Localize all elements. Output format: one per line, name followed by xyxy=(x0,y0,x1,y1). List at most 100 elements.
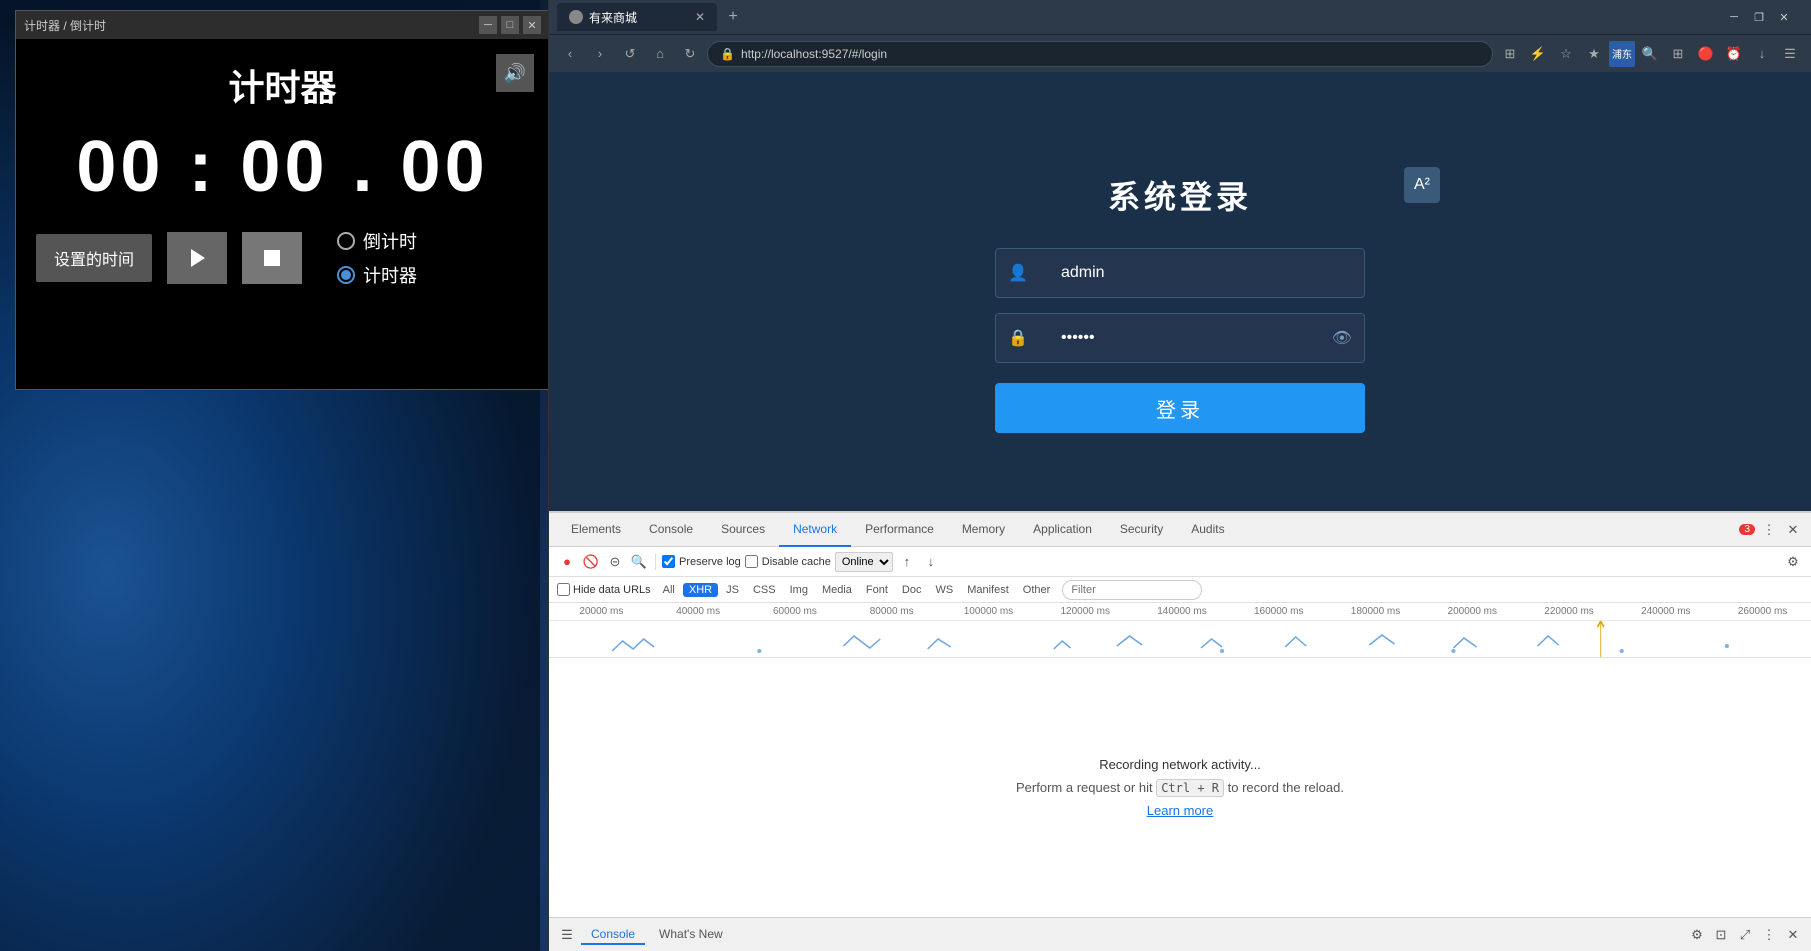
notification-button[interactable]: 🔴 xyxy=(1693,41,1719,67)
separator-1 xyxy=(655,554,656,570)
browser-minimize-button[interactable]: ─ xyxy=(1723,6,1745,28)
ext2-button[interactable]: 浦东 xyxy=(1609,41,1635,67)
star-filled-button[interactable]: ★ xyxy=(1581,41,1607,67)
stop-button[interactable] xyxy=(242,232,302,284)
browser-tab-active[interactable]: 有来商城 ✕ xyxy=(557,3,717,31)
filter-media[interactable]: Media xyxy=(816,583,858,597)
tl-260000: 260000 ms xyxy=(1714,606,1811,617)
translate-button[interactable]: A² xyxy=(1404,167,1440,203)
grid-button[interactable]: ⊞ xyxy=(1665,41,1691,67)
search-btn[interactable]: 🔍 xyxy=(1637,41,1663,67)
throttle-select[interactable]: Online xyxy=(835,552,893,572)
devtools-close2-button[interactable]: ✕ xyxy=(1783,925,1803,945)
filter-type-tabs: All XHR JS CSS Img Media Font Doc WS Man… xyxy=(657,583,1057,597)
login-button[interactable]: 登录 xyxy=(995,383,1365,433)
devtools-controls: 3 ⋮ ✕ xyxy=(1737,520,1803,540)
devtools-undock-button[interactable]: ⤢ xyxy=(1735,925,1755,945)
browser-window-controls: ─ ❐ ✕ xyxy=(1723,6,1795,28)
filter-font[interactable]: Font xyxy=(860,583,894,597)
filter-xhr[interactable]: XHR xyxy=(683,583,718,597)
devtools-tab-sources[interactable]: Sources xyxy=(707,513,779,547)
filter-ws[interactable]: WS xyxy=(929,583,959,597)
nav-home-button[interactable]: ⌂ xyxy=(647,41,673,67)
devtools-bottom-menu[interactable]: ☰ xyxy=(557,925,577,945)
hide-data-urls-checkbox[interactable]: Hide data URLs xyxy=(557,583,651,596)
play-button[interactable] xyxy=(167,232,227,284)
bookmark-button[interactable]: ⚡ xyxy=(1525,41,1551,67)
filter-other[interactable]: Other xyxy=(1017,583,1057,597)
tab-close-button[interactable]: ✕ xyxy=(695,10,705,24)
upload-button[interactable]: ↑ xyxy=(897,552,917,572)
devtools-tab-memory[interactable]: Memory xyxy=(948,513,1019,547)
set-time-button[interactable]: 设置的时间 xyxy=(36,234,152,282)
browser-navbar: ‹ › ↺ ⌂ ↻ 🔒 http://localhost:9527/#/logi… xyxy=(549,34,1811,72)
browser-page: 系统登录 A² 👤 admin 🔒 •••••• 👁 登录 xyxy=(549,72,1811,511)
devtools-settings-button[interactable]: ⚙ xyxy=(1687,925,1707,945)
password-input[interactable]: 🔒 •••••• 👁 xyxy=(995,313,1365,363)
timer-radio-item[interactable]: 计时器 xyxy=(337,262,417,288)
timer-content: 🔊 计时器 00 : 00 . 00 设置的时间 xyxy=(16,39,549,389)
tl-220000: 220000 ms xyxy=(1521,606,1618,617)
perform-request-text: Perform a request or hit Ctrl + R to rec… xyxy=(1016,780,1344,795)
disable-cache-checkbox[interactable]: Disable cache xyxy=(745,555,831,568)
search-network-button[interactable]: 🔍 xyxy=(629,552,649,572)
address-bar[interactable]: 🔒 http://localhost:9527/#/login xyxy=(707,41,1493,67)
devtools-tab-security[interactable]: Security xyxy=(1106,513,1177,547)
devtools-tab-application[interactable]: Application xyxy=(1019,513,1106,547)
countdown-radio-item[interactable]: 倒计时 xyxy=(337,228,417,254)
preserve-log-checkbox[interactable]: Preserve log xyxy=(662,555,741,568)
download-button[interactable]: ↓ xyxy=(921,552,941,572)
play-icon xyxy=(186,247,208,269)
eye-icon[interactable]: 👁 xyxy=(1332,328,1352,348)
nav-back-button[interactable]: ‹ xyxy=(557,41,583,67)
menu-button[interactable]: ☰ xyxy=(1777,41,1803,67)
nav-forward-button[interactable]: › xyxy=(587,41,613,67)
bottom-tab-whatsnew[interactable]: What's New xyxy=(649,925,733,945)
keyboard-shortcut: Ctrl + R xyxy=(1156,779,1224,797)
browser-close-button[interactable]: ✕ xyxy=(1773,6,1795,28)
filter-manifest[interactable]: Manifest xyxy=(961,583,1015,597)
filter-input[interactable] xyxy=(1062,580,1202,600)
close-button[interactable]: ✕ xyxy=(523,16,541,34)
devtools-close-button[interactable]: ✕ xyxy=(1783,520,1803,540)
filter-img[interactable]: Img xyxy=(784,583,814,597)
tl-100000: 100000 ms xyxy=(940,606,1037,617)
tl-160000: 160000 ms xyxy=(1230,606,1327,617)
bottom-tab-console[interactable]: Console xyxy=(581,925,645,945)
browser-restore-button[interactable]: ❐ xyxy=(1748,6,1770,28)
filter-all[interactable]: All xyxy=(657,583,681,597)
devtools-tab-elements[interactable]: Elements xyxy=(557,513,635,547)
filter-button[interactable]: ⊝ xyxy=(605,552,625,572)
star-button[interactable]: ☆ xyxy=(1553,41,1579,67)
clock-button[interactable]: ⏰ xyxy=(1721,41,1747,67)
devtools-tab-console[interactable]: Console xyxy=(635,513,707,547)
devtools-tab-audits[interactable]: Audits xyxy=(1177,513,1238,547)
nav-refresh-button[interactable]: ↺ xyxy=(617,41,643,67)
password-value: •••••• xyxy=(1036,329,1095,347)
volume-button[interactable]: 🔊 xyxy=(496,54,534,92)
tl-80000: 80000 ms xyxy=(843,606,940,617)
countdown-radio-circle xyxy=(337,232,355,250)
minimize-button[interactable]: ─ xyxy=(479,16,497,34)
nav-reload-button[interactable]: ↻ xyxy=(677,41,703,67)
record-button[interactable]: ● xyxy=(557,552,577,572)
new-tab-button[interactable]: + xyxy=(719,3,747,31)
extensions-button[interactable]: ⊞ xyxy=(1497,41,1523,67)
filter-js[interactable]: JS xyxy=(720,583,745,597)
devtools-more2-button[interactable]: ⋮ xyxy=(1759,925,1779,945)
devtools-right-icons: ⚙ ⊡ ⤢ ⋮ ✕ xyxy=(1687,925,1803,945)
clear-button[interactable]: 🚫 xyxy=(581,552,601,572)
login-title: 系统登录 xyxy=(1108,172,1252,218)
filter-css[interactable]: CSS xyxy=(747,583,782,597)
maximize-button[interactable]: □ xyxy=(501,16,519,34)
settings-network-button[interactable]: ⚙ xyxy=(1783,552,1803,572)
devtools-more-button[interactable]: ⋮ xyxy=(1759,520,1779,540)
filter-doc[interactable]: Doc xyxy=(896,583,928,597)
devtools-tab-performance[interactable]: Performance xyxy=(851,513,948,547)
learn-more-link[interactable]: Learn more xyxy=(1147,803,1213,818)
timeline-svg xyxy=(549,621,1811,658)
download-nav-button[interactable]: ↓ xyxy=(1749,41,1775,67)
devtools-tab-network[interactable]: Network xyxy=(779,513,851,547)
username-input[interactable]: 👤 admin xyxy=(995,248,1365,298)
devtools-dock-button[interactable]: ⊡ xyxy=(1711,925,1731,945)
